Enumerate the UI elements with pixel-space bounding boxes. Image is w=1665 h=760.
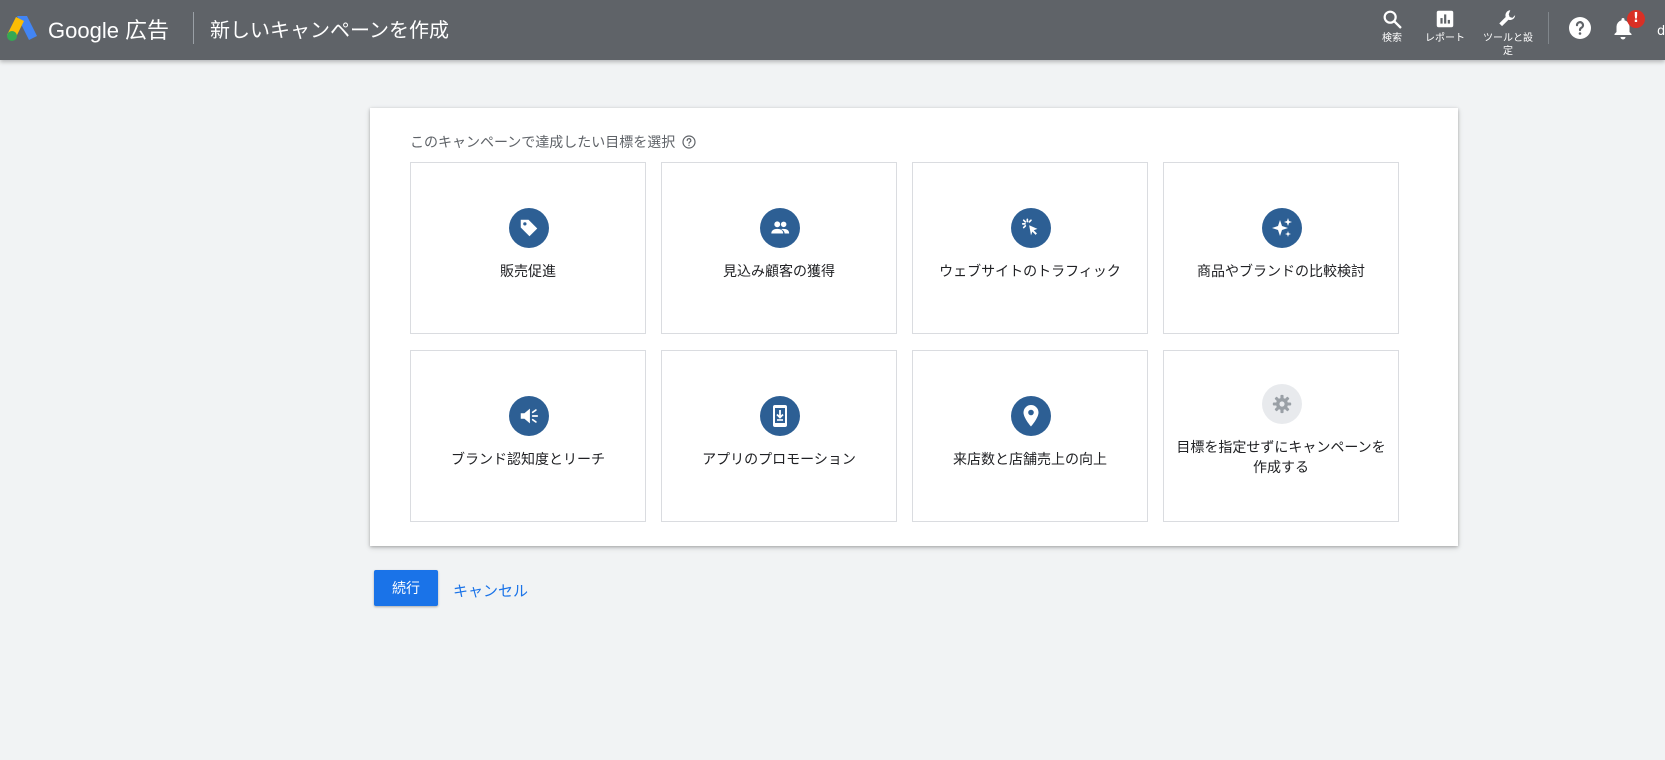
goal-tile-brand-awareness[interactable]: ブランド認知度とリーチ: [410, 350, 646, 522]
title-divider: [193, 12, 194, 44]
cursor-click-icon: [1011, 208, 1051, 248]
goal-label: 来店数と店舗売上の向上: [953, 452, 1107, 468]
help-circle-icon[interactable]: [682, 135, 696, 149]
gear-icon: [1262, 384, 1302, 424]
goal-heading: このキャンペーンで達成したい目標を選択: [410, 132, 696, 152]
goal-heading-text: このキャンペーンで達成したい目標を選択: [410, 135, 676, 151]
tag-icon: [509, 208, 549, 248]
people-icon: [760, 208, 800, 248]
account-avatar[interactable]: d: [1657, 24, 1665, 39]
toolbar-divider: [1548, 12, 1549, 44]
goal-tile-app-promotion[interactable]: アプリのプロモーション: [661, 350, 897, 522]
goal-tile-leads[interactable]: 見込み顧客の獲得: [661, 162, 897, 334]
goal-tile-store-visits[interactable]: 来店数と店舗売上の向上: [912, 350, 1148, 522]
tools-settings-button[interactable]: ツールと設定: [1482, 8, 1534, 58]
goal-label: ウェブサイトのトラフィック: [939, 264, 1121, 280]
goal-label: 商品やブランドの比較検討: [1197, 264, 1365, 280]
goal-label: 見込み顧客の獲得: [723, 264, 835, 280]
campaign-goal-card: このキャンペーンで達成したい目標を選択 販売促進 見込み顧客の獲得 ウェブサイト…: [370, 108, 1458, 546]
sparkle-icon: [1262, 208, 1302, 248]
search-icon: [1383, 10, 1402, 29]
goal-label: ブランド認知度とリーチ: [451, 452, 605, 468]
map-pin-icon: [1011, 396, 1051, 436]
goal-label: アプリのプロモーション: [702, 452, 856, 468]
cancel-link[interactable]: キャンセル: [453, 580, 528, 601]
search-button[interactable]: 検索: [1372, 8, 1412, 45]
goal-tile-consideration[interactable]: 商品やブランドの比較検討: [1163, 162, 1399, 334]
goal-label: 目標を指定せずにキャンペーンを作成する: [1176, 440, 1386, 476]
goal-tile-no-goal[interactable]: 目標を指定せずにキャンペーンを作成する: [1163, 350, 1399, 522]
goal-tile-sales[interactable]: 販売促進: [410, 162, 646, 334]
phone-download-icon: [760, 396, 800, 436]
help-icon[interactable]: [1568, 16, 1592, 40]
goal-label: 販売促進: [500, 264, 556, 280]
search-label: 検索: [1382, 33, 1402, 44]
notification-badge: !: [1627, 10, 1645, 28]
reports-label: レポート: [1425, 33, 1465, 44]
continue-button[interactable]: 続行: [374, 570, 438, 606]
bar-chart-icon: [1436, 10, 1454, 28]
goal-tile-website-traffic[interactable]: ウェブサイトのトラフィック: [912, 162, 1148, 334]
top-app-bar: Google 広告 新しいキャンペーンを作成 検索 レポート ツールと設定 !: [0, 0, 1665, 60]
page-title: 新しいキャンペーンを作成: [210, 18, 449, 42]
megaphone-icon: [509, 396, 549, 436]
tools-settings-label: ツールと設定: [1483, 33, 1533, 57]
google-ads-logo-icon[interactable]: [6, 14, 38, 42]
wrench-icon: [1499, 10, 1516, 27]
reports-button[interactable]: レポート: [1416, 8, 1474, 45]
product-name[interactable]: Google 広告: [48, 13, 169, 45]
